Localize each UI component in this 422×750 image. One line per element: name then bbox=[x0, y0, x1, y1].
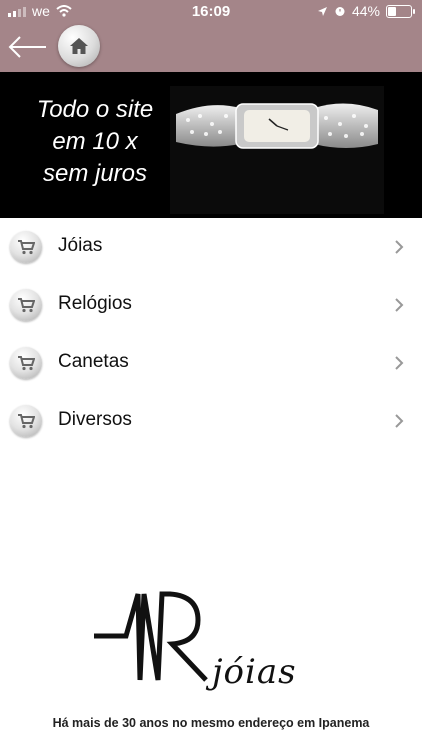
menu-item-diversos[interactable]: Diversos bbox=[0, 392, 422, 450]
menu-item-label: Canetas bbox=[58, 351, 129, 372]
menu-item-canetas[interactable]: Canetas bbox=[0, 334, 422, 392]
battery-percent: 44% bbox=[351, 3, 380, 19]
menu-item-joias[interactable]: Jóias bbox=[0, 218, 422, 276]
chevron-right-icon bbox=[395, 356, 404, 370]
menu-item-label: Jóias bbox=[58, 235, 103, 256]
back-arrow-icon[interactable] bbox=[8, 34, 48, 60]
watch-photo bbox=[170, 86, 384, 214]
brand-logo bbox=[94, 591, 208, 682]
status-bar: we 16:09 44% bbox=[0, 0, 422, 22]
location-icon bbox=[317, 6, 327, 16]
chevron-right-icon bbox=[395, 240, 404, 254]
cart-icon bbox=[10, 405, 42, 437]
chevron-right-icon bbox=[395, 414, 404, 428]
menu-item-relogios[interactable]: Relógios bbox=[0, 276, 422, 334]
cart-icon bbox=[10, 289, 42, 321]
brand-script: jóias bbox=[212, 652, 297, 692]
battery-icon bbox=[386, 4, 415, 18]
promo-text: Todo o site em 10 x sem juros bbox=[36, 96, 154, 187]
menu-item-label: Relógios bbox=[58, 293, 132, 314]
cart-icon bbox=[10, 347, 42, 379]
menu-item-label: Diversos bbox=[58, 409, 132, 430]
tagline: Há mais de 30 anos no mesmo endereço em … bbox=[52, 716, 370, 730]
category-list: Jóias Relógios Canetas Diversos bbox=[0, 218, 422, 450]
chevron-right-icon bbox=[395, 298, 404, 312]
home-icon bbox=[70, 38, 88, 54]
promo-banner[interactable]: Todo o site em 10 x sem juros bbox=[0, 72, 422, 218]
top-bar: we 16:09 44% bbox=[0, 0, 422, 72]
cart-icon bbox=[10, 231, 42, 263]
home-button[interactable] bbox=[58, 25, 100, 67]
alarm-icon bbox=[335, 7, 345, 16]
